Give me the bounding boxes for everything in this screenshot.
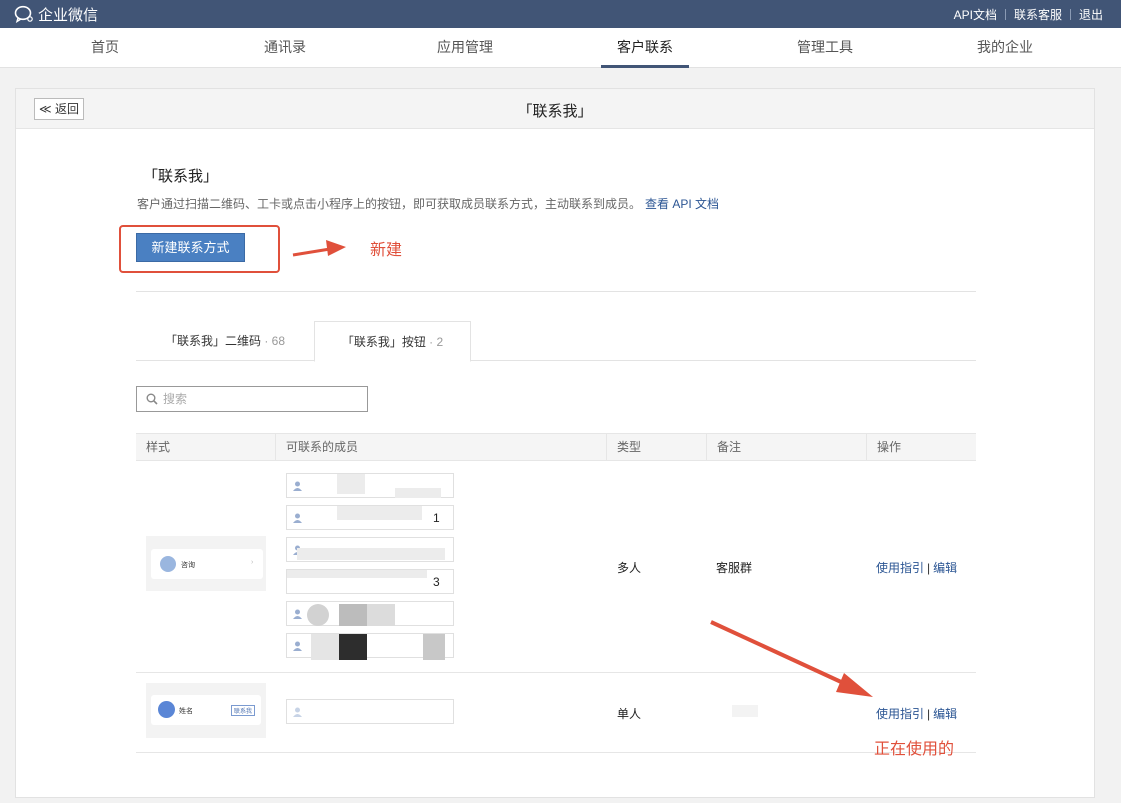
member-chip [286,699,454,724]
preview-text: 姓名 [179,708,193,715]
member-chip [286,537,454,562]
redacted-area [339,604,367,626]
redacted-area [423,634,445,660]
col-members: 可联系的成员 [275,434,606,460]
description-text: 客户通过扫描二维码、工卡或点击小程序上的按钮，即可获取成员联系方式，主动联系到成… [137,197,642,211]
nav-contacts[interactable]: 通讯录 [240,28,330,68]
tab-count: · 2 [425,335,444,349]
button-style-preview: 姓名 联系我 [146,683,266,738]
note-cell: 客服群 [716,561,753,575]
tab-bar: 「联系我」二维码 · 68 「联系我」按钮 · 2 [136,321,976,362]
member-chip: 3 [286,569,454,594]
divider [136,291,976,292]
card-header: ≪ 返回 「联系我」 [16,89,1094,129]
search-icon [146,393,158,405]
top-bar: 企业微信 API文档 联系客服 退出 [0,0,1121,28]
col-note: 备注 [706,434,866,460]
contact-support-link[interactable]: 联系客服 [1014,6,1062,23]
tab-count: · 68 [261,334,286,348]
logout-link[interactable]: 退出 [1079,6,1103,23]
redacted-area [307,604,329,626]
redacted-area [395,488,441,498]
divider [1004,9,1006,20]
top-links: API文档 联系客服 退出 [954,6,1103,23]
redacted-area [732,705,758,717]
table-row: 姓名 联系我 单人 使用指引 | 编辑 [136,673,976,753]
member-chip [286,473,454,498]
button-style-preview: 咨询 › [146,536,266,591]
section-description: 客户通过扫描二维码、工卡或点击小程序上的按钮，即可获取成员联系方式，主动联系到成… [137,195,719,212]
logo-text: 企业微信 [38,6,99,24]
logo[interactable]: 企业微信 [14,4,98,24]
person-icon [293,481,302,491]
main-nav: 首页 通讯录 应用管理 客户联系 管理工具 我的企业 [0,28,1121,68]
col-actions: 操作 [866,434,976,460]
annotation-new-label: 新建 [370,242,403,259]
nav-customer-contact[interactable]: 客户联系 [601,28,689,68]
member-text: 1 [433,511,440,525]
nav-app-management[interactable]: 应用管理 [420,28,510,68]
preview-card: 姓名 联系我 [151,695,261,725]
divider: | [927,707,931,721]
edit-link[interactable]: 编辑 [933,707,957,721]
divider: | [927,561,931,575]
person-icon [293,513,302,523]
api-doc-link[interactable]: API文档 [954,6,997,23]
redacted-area [337,474,365,494]
col-style: 样式 [146,440,171,454]
usage-guide-link[interactable]: 使用指引 [876,707,924,721]
search-input[interactable]: 搜索 [136,386,368,412]
person-icon [293,609,302,619]
contact-me-badge: 联系我 [231,705,256,716]
tab-button[interactable]: 「联系我」按钮 · 2 [314,321,471,362]
table-row: 咨询 › 1 3 多人 客服群 使用指引 | 编辑 [136,461,976,673]
tab-qrcode[interactable]: 「联系我」二维码 · 68 [136,321,314,361]
preview-text: 咨询 [181,562,195,569]
content-card: ≪ 返回 「联系我」 「联系我」 客户通过扫描二维码、工卡或点击小程序上的按钮，… [15,88,1095,798]
api-doc-link[interactable]: 查看 API 文档 [645,197,719,211]
redacted-area [339,634,367,660]
page-title: 「联系我」 [517,103,593,120]
section-title: 「联系我」 [143,168,219,185]
member-chip: 1 [286,505,454,530]
tab-label: 「联系我」按钮 [341,335,426,349]
person-icon [293,641,302,651]
usage-guide-link[interactable]: 使用指引 [876,561,924,575]
nav-management-tools[interactable]: 管理工具 [780,28,870,68]
actions-cell: 使用指引 | 编辑 [876,705,957,722]
type-cell: 多人 [617,561,642,575]
actions-cell: 使用指引 | 编辑 [876,559,957,576]
person-icon [293,707,302,717]
avatar [158,701,175,718]
search-placeholder: 搜索 [163,392,188,406]
tab-label: 「联系我」二维码 [164,334,261,348]
member-text: 3 [433,575,440,589]
chevron-right-icon: › [251,559,254,566]
divider [1069,9,1071,20]
new-contact-method-button[interactable]: 新建联系方式 [136,233,245,262]
edit-link[interactable]: 编辑 [933,561,957,575]
annotation-in-use-label: 正在使用的 [874,741,955,758]
col-type: 类型 [606,434,706,460]
wecom-logo-icon [14,5,33,23]
redacted-area [311,634,339,660]
nav-home[interactable]: 首页 [60,28,150,68]
redacted-area [367,604,395,626]
avatar [160,556,176,572]
redacted-area [337,506,422,520]
nav-my-company[interactable]: 我的企业 [960,28,1050,68]
preview-card: 咨询 › [151,549,263,579]
member-chip [286,633,454,660]
member-chip [286,601,454,626]
redacted-area [287,570,427,578]
redacted-area [297,548,445,560]
table-header: 样式 可联系的成员 类型 备注 操作 [136,433,976,461]
type-cell: 单人 [617,707,642,721]
